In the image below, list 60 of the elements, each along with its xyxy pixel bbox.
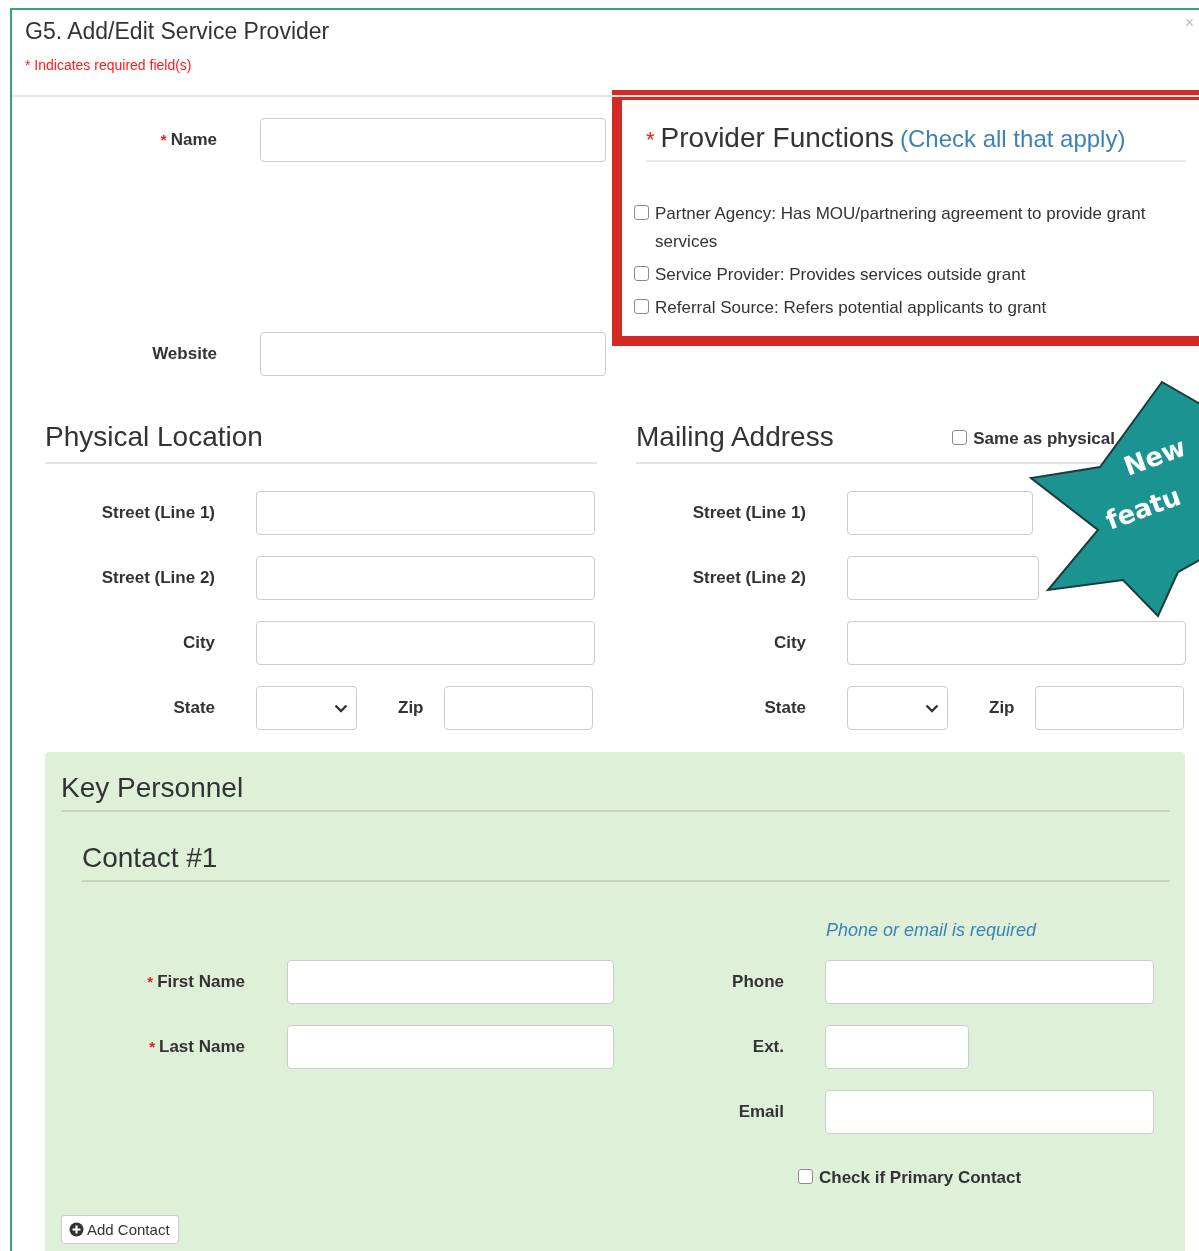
- field-label: Zip: [989, 698, 1015, 718]
- input-field[interactable]: [256, 556, 595, 600]
- field-label: Street (Line 2): [692, 568, 806, 588]
- input-field[interactable]: [256, 491, 595, 535]
- field-label: Name: [170, 130, 217, 150]
- field-label: Zip: [398, 698, 424, 718]
- required-hint: Phone or email is required: [826, 920, 1038, 939]
- zip-field[interactable]: [443, 686, 593, 730]
- input-field[interactable]: [847, 556, 1039, 600]
- input-field[interactable]: [260, 332, 606, 376]
- dialog-title: G5. Add/Edit Service Provider: [25, 18, 330, 45]
- required-mark: *: [149, 1038, 155, 1055]
- checkbox[interactable]: [798, 1169, 813, 1184]
- section-title: Physical Location: [45, 421, 263, 453]
- checkbox[interactable]: [634, 205, 649, 220]
- plus-circle-icon: [69, 1222, 84, 1238]
- checkbox-label: Referral Source: Refers potential applicants to grant: [655, 297, 1047, 320]
- field-label: Website: [152, 344, 217, 364]
- checkbox-label: Check if Primary Contact: [819, 1167, 1022, 1189]
- required-note: * Indicates required field(s): [25, 57, 193, 73]
- required-mark: *: [160, 131, 167, 148]
- required-mark: *: [646, 127, 655, 153]
- input-field[interactable]: [847, 621, 1186, 665]
- zip-field[interactable]: [1034, 686, 1184, 730]
- field-label: City: [182, 633, 215, 653]
- field-label: First Name: [157, 972, 245, 992]
- contact-title: Contact #1: [82, 842, 1170, 882]
- field-label: City: [773, 633, 806, 653]
- field-label: Email: [738, 1102, 784, 1122]
- state-dropdown[interactable]: [847, 686, 948, 730]
- field-label: Street (Line 1): [101, 503, 215, 523]
- input-field[interactable]: [256, 621, 595, 665]
- input-field[interactable]: [287, 1025, 614, 1069]
- field-label: Last Name: [159, 1037, 245, 1057]
- input-field[interactable]: [847, 491, 1033, 535]
- checkbox-label: Service Provider: Provides services outside grant: [655, 264, 1026, 287]
- field-label: State: [764, 698, 806, 718]
- field-label: State: [173, 698, 215, 718]
- chevron-down-icon: [334, 703, 348, 713]
- checkbox[interactable]: [634, 299, 649, 315]
- field-label: Street (Line 2): [101, 568, 215, 588]
- section-title: Mailing Address: [636, 421, 834, 453]
- field-label: Street (Line 1): [692, 503, 806, 523]
- section-hint: (Check all that apply): [900, 125, 1126, 153]
- checkbox[interactable]: [634, 266, 649, 282]
- chevron-down-icon: [925, 703, 939, 713]
- section-title: Provider Functions: [660, 122, 894, 154]
- state-dropdown[interactable]: [256, 686, 357, 730]
- input-field[interactable]: [825, 960, 1154, 1004]
- field-label: Phone: [732, 972, 784, 992]
- input-field[interactable]: [825, 1090, 1154, 1134]
- required-mark: *: [147, 973, 154, 990]
- field-label: Ext.: [752, 1037, 784, 1057]
- add-contact-button[interactable]: Add Contact: [61, 1215, 179, 1245]
- checkbox[interactable]: [952, 429, 968, 445]
- input-field[interactable]: [825, 1025, 969, 1069]
- input-field[interactable]: [260, 118, 606, 162]
- section-title: Key Personnel: [61, 772, 1170, 812]
- checkbox-label: Partner Agency: Has MOU/partnering agreement to provide grant services: [655, 203, 1147, 254]
- input-field[interactable]: [287, 960, 614, 1004]
